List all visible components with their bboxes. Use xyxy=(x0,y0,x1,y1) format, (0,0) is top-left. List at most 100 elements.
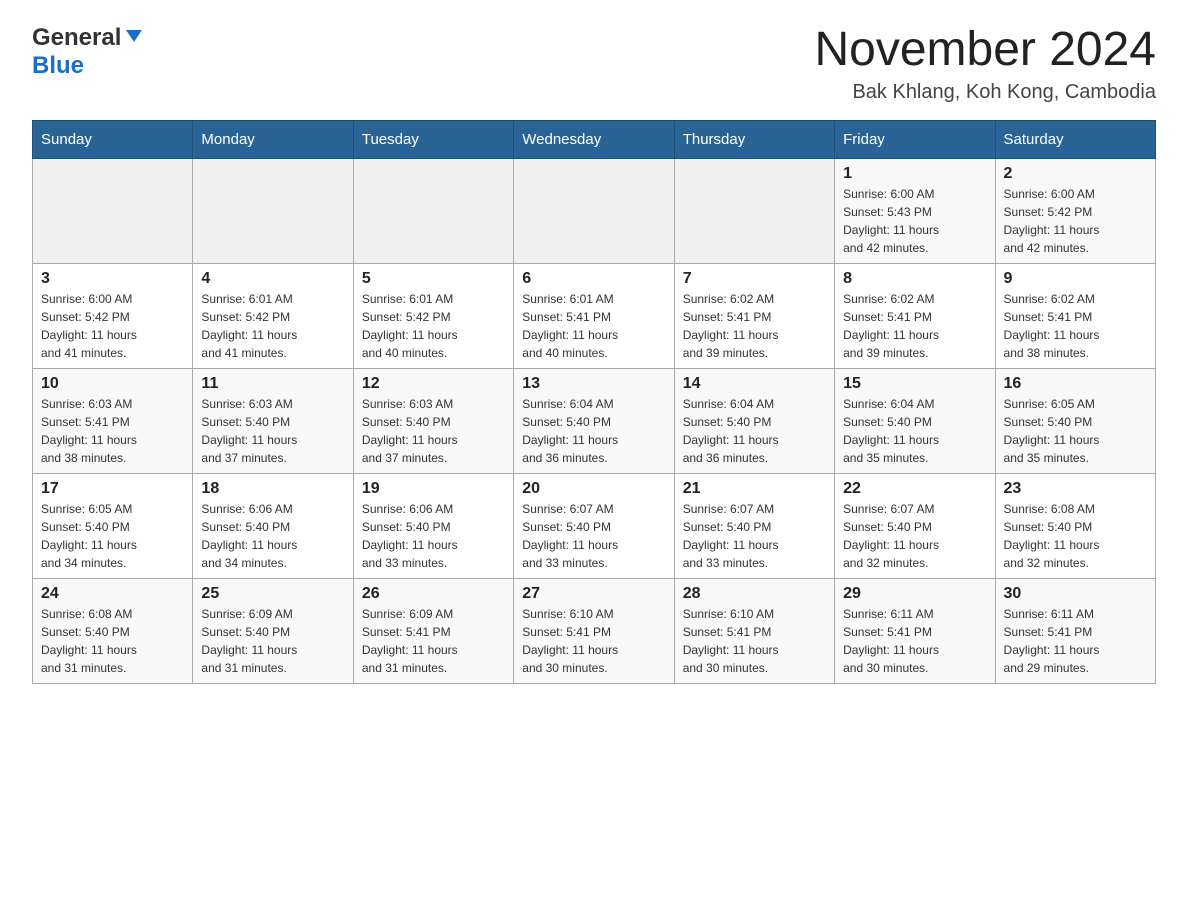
day-info: Sunrise: 6:11 AM Sunset: 5:41 PM Dayligh… xyxy=(1004,605,1147,677)
calendar-cell: 7 Sunrise: 6:02 AM Sunset: 5:41 PM Daylig… xyxy=(674,263,834,368)
day-number: 3 xyxy=(41,270,184,288)
day-info: Sunrise: 6:09 AM Sunset: 5:41 PM Dayligh… xyxy=(362,605,505,677)
day-info: Sunrise: 6:04 AM Sunset: 5:40 PM Dayligh… xyxy=(843,395,986,467)
day-info: Sunrise: 6:03 AM Sunset: 5:40 PM Dayligh… xyxy=(201,395,344,467)
calendar-cell: 28 Sunrise: 6:10 AM Sunset: 5:41 PM Dayli… xyxy=(674,578,834,683)
day-number: 19 xyxy=(362,480,505,498)
calendar-header-row: SundayMondayTuesdayWednesdayThursdayFrid… xyxy=(33,120,1156,158)
day-number: 10 xyxy=(41,375,184,393)
calendar-week-row: 1 Sunrise: 6:00 AM Sunset: 5:43 PM Daylig… xyxy=(33,158,1156,263)
day-number: 1 xyxy=(843,165,986,183)
calendar-cell xyxy=(353,158,513,263)
day-info: Sunrise: 6:01 AM Sunset: 5:42 PM Dayligh… xyxy=(362,290,505,362)
calendar-cell: 20Sunrise: 6:07 AM Sunset: 5:40 PM Dayli… xyxy=(514,473,674,578)
day-number: 18 xyxy=(201,480,344,498)
calendar-week-row: 24 Sunrise: 6:08 AM Sunset: 5:40 PM Dayli… xyxy=(33,578,1156,683)
day-info: Sunrise: 6:03 AM Sunset: 5:41 PM Dayligh… xyxy=(41,395,184,467)
day-info: Sunrise: 6:04 AM Sunset: 5:40 PM Dayligh… xyxy=(683,395,826,467)
day-info: Sunrise: 6:00 AM Sunset: 5:42 PM Dayligh… xyxy=(1004,185,1147,257)
day-number: 9 xyxy=(1004,270,1147,288)
day-number: 11 xyxy=(201,375,344,393)
calendar-cell xyxy=(674,158,834,263)
calendar-cell: 15Sunrise: 6:04 AM Sunset: 5:40 PM Dayli… xyxy=(835,368,995,473)
calendar-cell: 19Sunrise: 6:06 AM Sunset: 5:40 PM Dayli… xyxy=(353,473,513,578)
calendar-cell: 13Sunrise: 6:04 AM Sunset: 5:40 PM Dayli… xyxy=(514,368,674,473)
day-number: 24 xyxy=(41,585,184,603)
day-of-week-header: Thursday xyxy=(674,120,834,158)
day-number: 2 xyxy=(1004,165,1147,183)
day-number: 7 xyxy=(683,270,826,288)
calendar-cell: 25Sunrise: 6:09 AM Sunset: 5:40 PM Dayli… xyxy=(193,578,353,683)
calendar-cell: 14 Sunrise: 6:04 AM Sunset: 5:40 PM Dayli… xyxy=(674,368,834,473)
location-title: Bak Khlang, Koh Kong, Cambodia xyxy=(814,81,1156,104)
day-of-week-header: Tuesday xyxy=(353,120,513,158)
day-of-week-header: Wednesday xyxy=(514,120,674,158)
day-number: 13 xyxy=(522,375,665,393)
calendar-cell: 16 Sunrise: 6:05 AM Sunset: 5:40 PM Dayli… xyxy=(995,368,1155,473)
day-info: Sunrise: 6:02 AM Sunset: 5:41 PM Dayligh… xyxy=(1004,290,1147,362)
day-info: Sunrise: 6:10 AM Sunset: 5:41 PM Dayligh… xyxy=(683,605,826,677)
day-number: 29 xyxy=(843,585,986,603)
day-number: 16 xyxy=(1004,375,1147,393)
logo-general-text: General xyxy=(32,24,121,52)
day-number: 28 xyxy=(683,585,826,603)
calendar-cell xyxy=(33,158,193,263)
day-info: Sunrise: 6:02 AM Sunset: 5:41 PM Dayligh… xyxy=(683,290,826,362)
calendar-cell: 9 Sunrise: 6:02 AM Sunset: 5:41 PM Daylig… xyxy=(995,263,1155,368)
calendar-cell: 29 Sunrise: 6:11 AM Sunset: 5:41 PM Dayli… xyxy=(835,578,995,683)
calendar-table: SundayMondayTuesdayWednesdayThursdayFrid… xyxy=(32,120,1156,684)
logo: General Blue xyxy=(32,24,144,80)
day-number: 26 xyxy=(362,585,505,603)
day-number: 5 xyxy=(362,270,505,288)
day-number: 21 xyxy=(683,480,826,498)
day-number: 12 xyxy=(362,375,505,393)
calendar-cell: 17 Sunrise: 6:05 AM Sunset: 5:40 PM Dayli… xyxy=(33,473,193,578)
day-of-week-header: Friday xyxy=(835,120,995,158)
day-number: 17 xyxy=(41,480,184,498)
logo-arrow-icon xyxy=(124,26,144,51)
day-info: Sunrise: 6:09 AM Sunset: 5:40 PM Dayligh… xyxy=(201,605,344,677)
day-info: Sunrise: 6:00 AM Sunset: 5:42 PM Dayligh… xyxy=(41,290,184,362)
day-number: 22 xyxy=(843,480,986,498)
calendar-cell: 1 Sunrise: 6:00 AM Sunset: 5:43 PM Daylig… xyxy=(835,158,995,263)
day-info: Sunrise: 6:07 AM Sunset: 5:40 PM Dayligh… xyxy=(843,500,986,572)
day-number: 8 xyxy=(843,270,986,288)
month-title: November 2024 xyxy=(814,24,1156,77)
calendar-cell: 30 Sunrise: 6:11 AM Sunset: 5:41 PM Dayli… xyxy=(995,578,1155,683)
day-info: Sunrise: 6:10 AM Sunset: 5:41 PM Dayligh… xyxy=(522,605,665,677)
day-info: Sunrise: 6:08 AM Sunset: 5:40 PM Dayligh… xyxy=(1004,500,1147,572)
day-number: 6 xyxy=(522,270,665,288)
day-info: Sunrise: 6:07 AM Sunset: 5:40 PM Dayligh… xyxy=(683,500,826,572)
day-number: 14 xyxy=(683,375,826,393)
calendar-cell: 24 Sunrise: 6:08 AM Sunset: 5:40 PM Dayli… xyxy=(33,578,193,683)
calendar-week-row: 10 Sunrise: 6:03 AM Sunset: 5:41 PM Dayli… xyxy=(33,368,1156,473)
calendar-cell: 27 Sunrise: 6:10 AM Sunset: 5:41 PM Dayli… xyxy=(514,578,674,683)
day-info: Sunrise: 6:07 AM Sunset: 5:40 PM Dayligh… xyxy=(522,500,665,572)
day-info: Sunrise: 6:05 AM Sunset: 5:40 PM Dayligh… xyxy=(41,500,184,572)
calendar-cell: 2 Sunrise: 6:00 AM Sunset: 5:42 PM Daylig… xyxy=(995,158,1155,263)
day-number: 27 xyxy=(522,585,665,603)
day-info: Sunrise: 6:01 AM Sunset: 5:41 PM Dayligh… xyxy=(522,290,665,362)
day-info: Sunrise: 6:01 AM Sunset: 5:42 PM Dayligh… xyxy=(201,290,344,362)
day-info: Sunrise: 6:02 AM Sunset: 5:41 PM Dayligh… xyxy=(843,290,986,362)
calendar-cell: 6 Sunrise: 6:01 AM Sunset: 5:41 PM Daylig… xyxy=(514,263,674,368)
day-info: Sunrise: 6:00 AM Sunset: 5:43 PM Dayligh… xyxy=(843,185,986,257)
day-number: 23 xyxy=(1004,480,1147,498)
title-block: November 2024 Bak Khlang, Koh Kong, Camb… xyxy=(814,24,1156,104)
day-info: Sunrise: 6:08 AM Sunset: 5:40 PM Dayligh… xyxy=(41,605,184,677)
page-header: General Blue November 2024 Bak Khlang, K… xyxy=(32,24,1156,104)
calendar-cell: 26 Sunrise: 6:09 AM Sunset: 5:41 PM Dayli… xyxy=(353,578,513,683)
day-info: Sunrise: 6:03 AM Sunset: 5:40 PM Dayligh… xyxy=(362,395,505,467)
calendar-cell: 11 Sunrise: 6:03 AM Sunset: 5:40 PM Dayli… xyxy=(193,368,353,473)
day-of-week-header: Monday xyxy=(193,120,353,158)
day-of-week-header: Sunday xyxy=(33,120,193,158)
day-number: 30 xyxy=(1004,585,1147,603)
calendar-cell: 12 Sunrise: 6:03 AM Sunset: 5:40 PM Dayli… xyxy=(353,368,513,473)
calendar-cell: 18Sunrise: 6:06 AM Sunset: 5:40 PM Dayli… xyxy=(193,473,353,578)
calendar-cell: 3 Sunrise: 6:00 AM Sunset: 5:42 PM Daylig… xyxy=(33,263,193,368)
day-info: Sunrise: 6:11 AM Sunset: 5:41 PM Dayligh… xyxy=(843,605,986,677)
calendar-cell: 23 Sunrise: 6:08 AM Sunset: 5:40 PM Dayli… xyxy=(995,473,1155,578)
calendar-cell: 21 Sunrise: 6:07 AM Sunset: 5:40 PM Dayli… xyxy=(674,473,834,578)
logo-blue-text: Blue xyxy=(32,52,84,79)
day-info: Sunrise: 6:05 AM Sunset: 5:40 PM Dayligh… xyxy=(1004,395,1147,467)
